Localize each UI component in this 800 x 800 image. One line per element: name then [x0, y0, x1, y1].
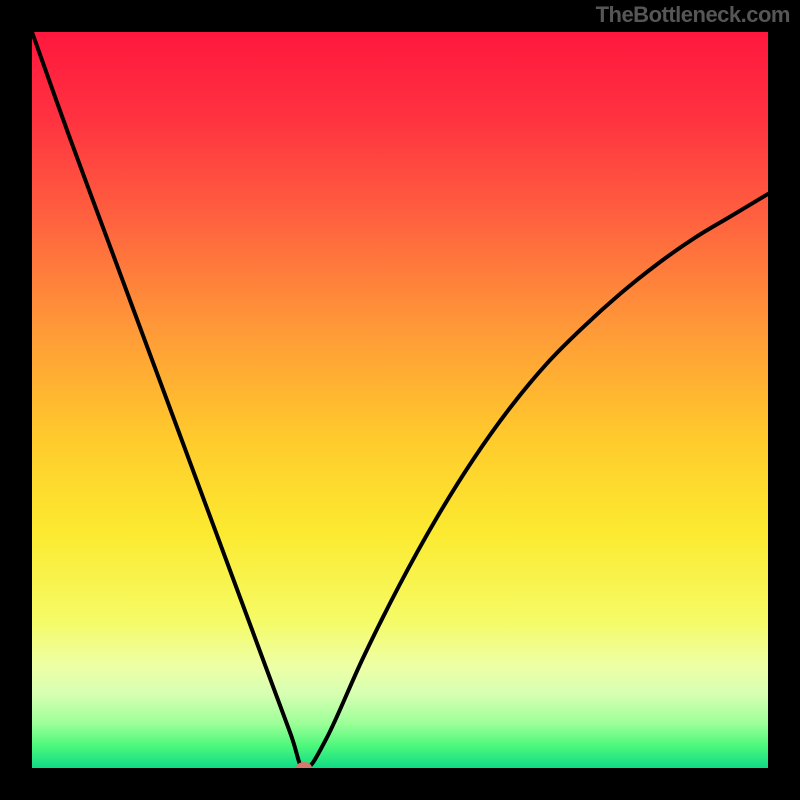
chart-frame: TheBottleneck.com [0, 0, 800, 800]
attribution-text: TheBottleneck.com [596, 2, 790, 28]
bottleneck-curve [32, 32, 768, 768]
optimal-point-marker [296, 762, 312, 768]
plot-area [32, 32, 768, 768]
